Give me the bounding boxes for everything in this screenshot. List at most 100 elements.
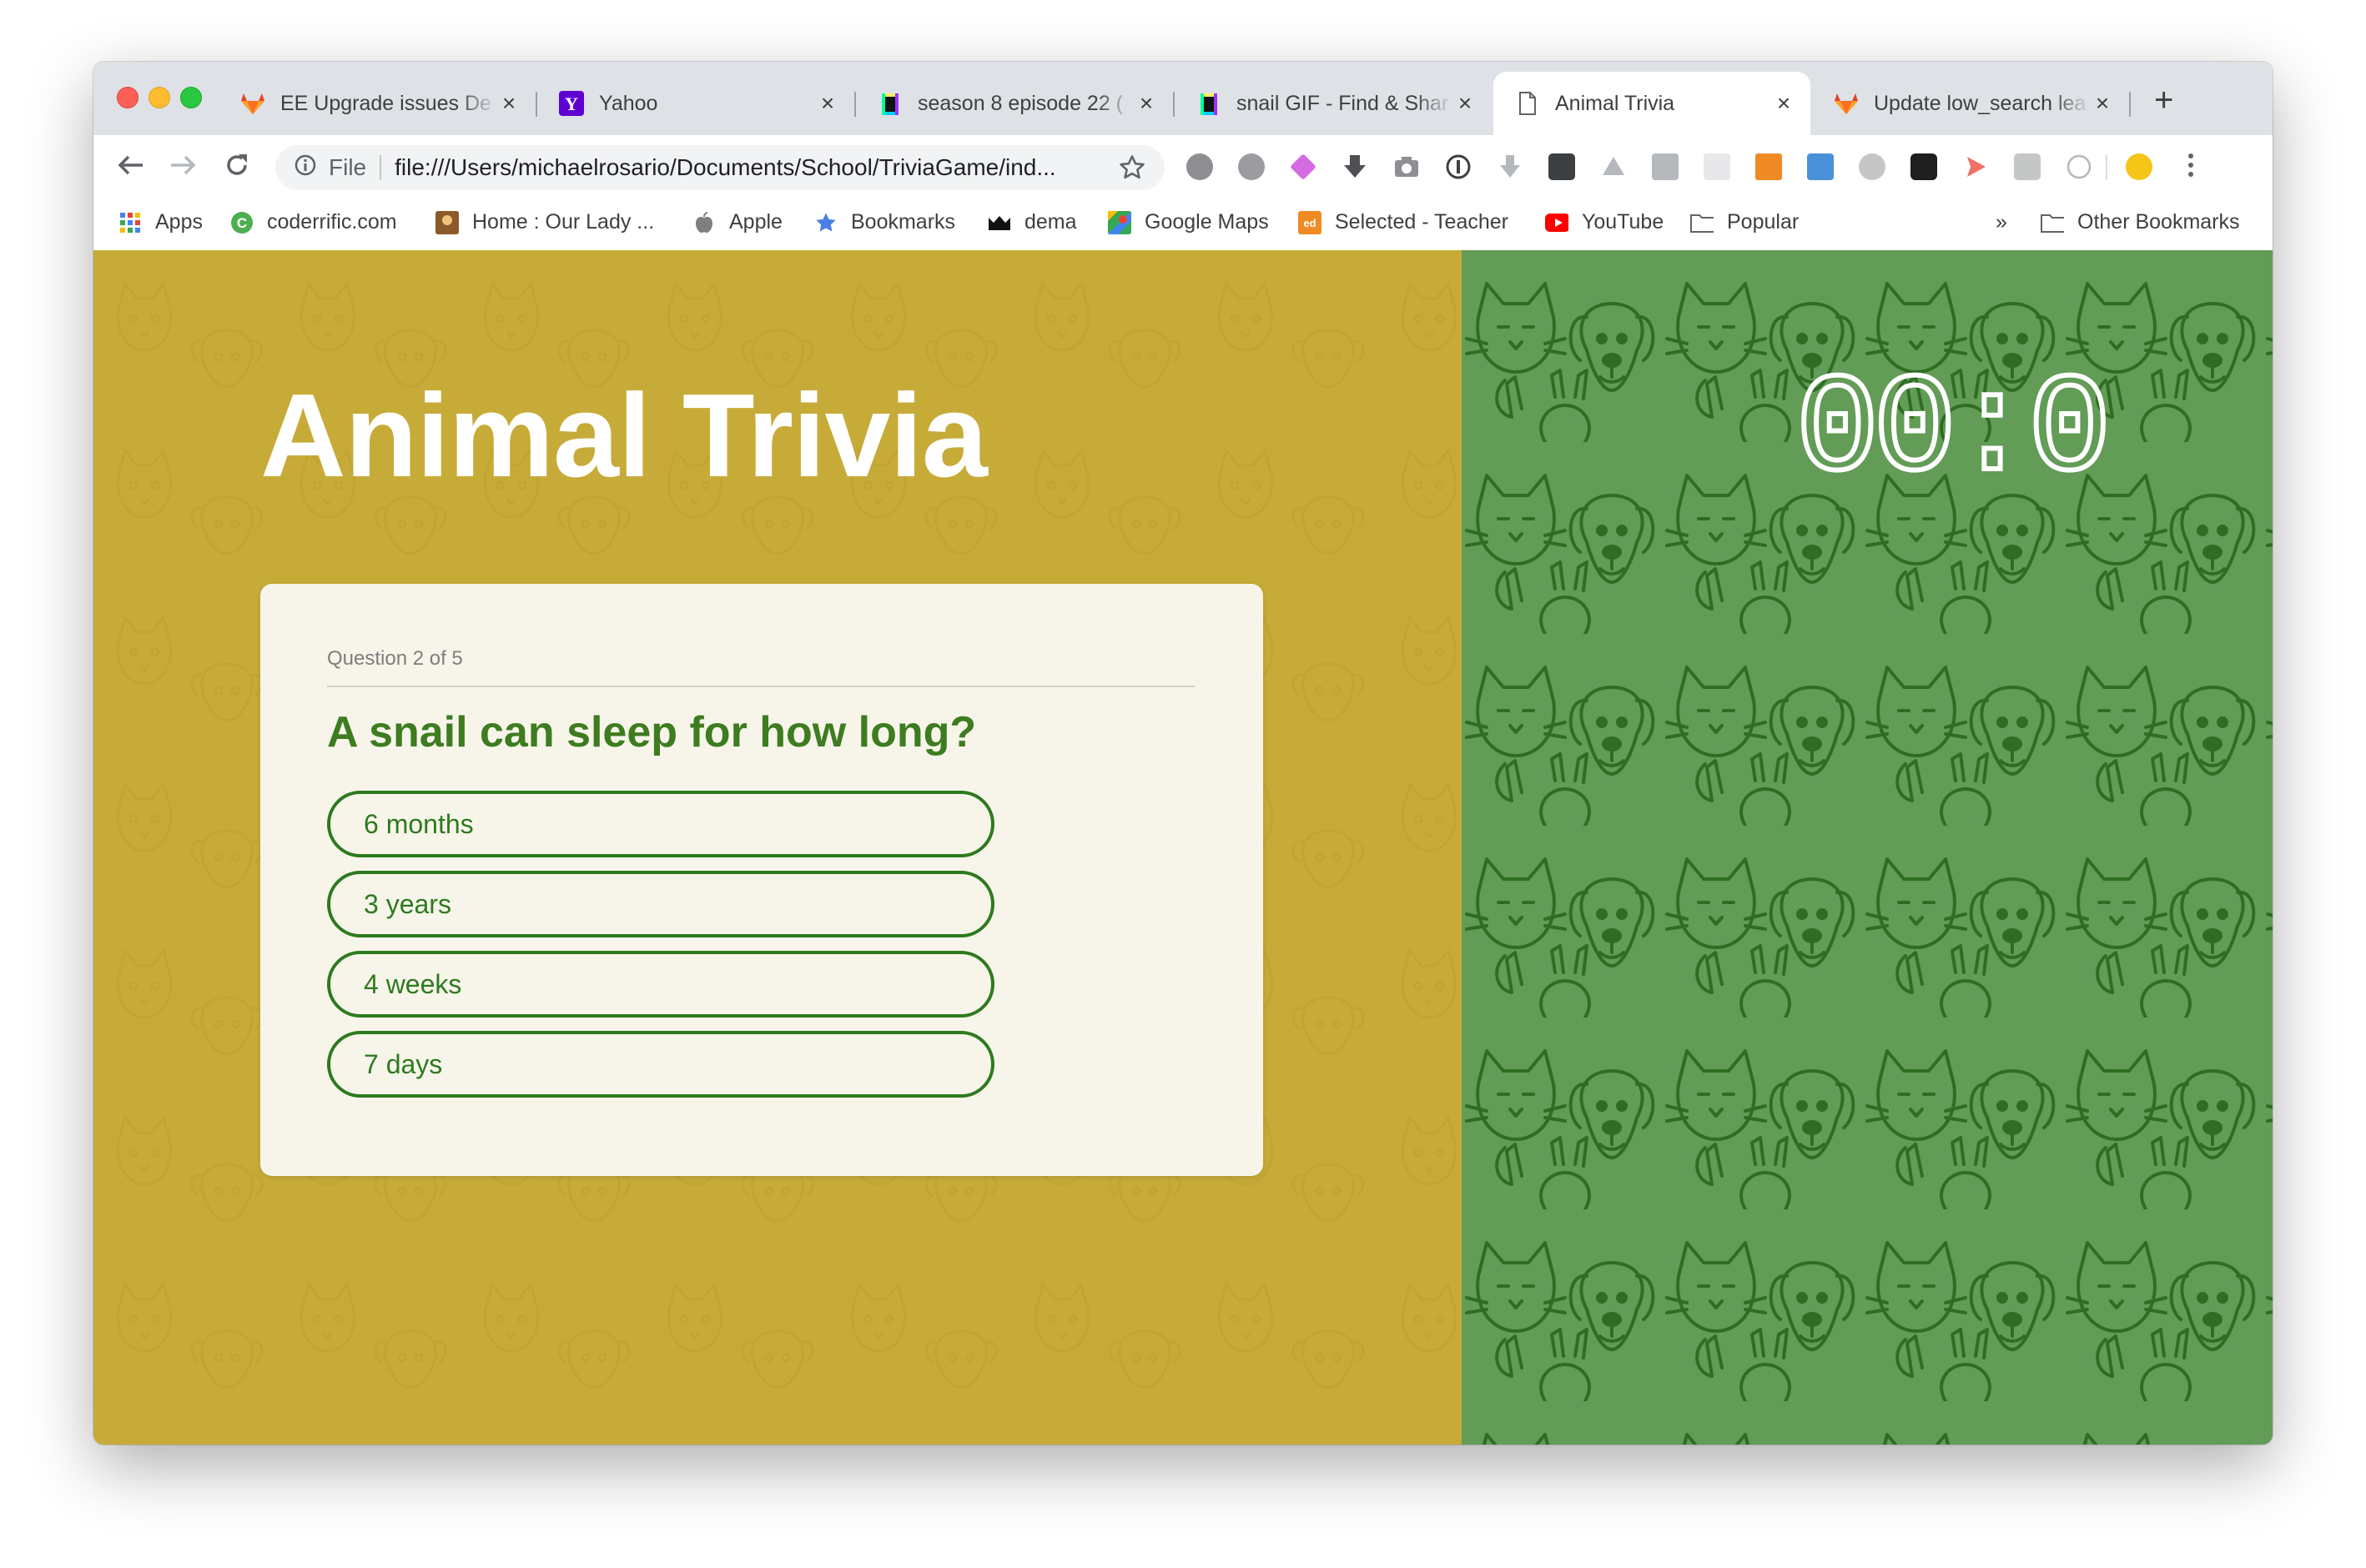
- folder-icon: [2041, 211, 2064, 234]
- timer-value: 00:06: [1795, 367, 2112, 492]
- extension-g-icon[interactable]: [1652, 153, 1679, 180]
- toolbar-divider: [2106, 155, 2107, 180]
- zoom-window-button[interactable]: [180, 87, 202, 108]
- answer-button-3[interactable]: 4 weeks: [327, 951, 994, 1018]
- answer-button-2[interactable]: 3 years: [327, 871, 994, 937]
- extension-sparkle-icon[interactable]: [1290, 153, 1316, 180]
- answer-button-4[interactable]: 7 days: [327, 1031, 994, 1098]
- extension-circle-icon[interactable]: [1859, 153, 1885, 180]
- bookmark-label: dema: [1024, 210, 1077, 234]
- bookmark-label: YouTube: [1582, 210, 1664, 234]
- question-divider: [327, 686, 1195, 687]
- bookmark-label: Apple: [729, 210, 783, 234]
- extension-grid-icon[interactable]: [1704, 153, 1730, 180]
- bookmark-label: Home : Our Lady ...: [472, 210, 655, 234]
- camera-icon[interactable]: [1393, 153, 1420, 180]
- bookmarks-bar: Apps C coderrific.com Home : Our Lady ..…: [93, 199, 2273, 251]
- close-icon[interactable]: ×: [1453, 90, 1477, 117]
- bookmark-dema[interactable]: dema: [988, 210, 1077, 234]
- extension-gear-icon[interactable]: [1238, 153, 1265, 180]
- download-grey-icon[interactable]: [1497, 153, 1523, 180]
- extension-search-icon[interactable]: [1910, 153, 1937, 180]
- extension-share-icon[interactable]: [1962, 153, 1989, 180]
- download-blue-icon[interactable]: [1807, 153, 1834, 180]
- bookmark-label: Bookmarks: [851, 210, 956, 234]
- giphy-icon: [878, 91, 903, 116]
- profile-avatar-icon[interactable]: [2126, 153, 2152, 180]
- tab-title: season 8 episode 22 (: [918, 91, 1124, 115]
- forward-icon[interactable]: [167, 148, 200, 182]
- bookmark-other-bookmarks[interactable]: Other Bookmarks: [2041, 210, 2240, 234]
- bookmarks-overflow-button[interactable]: »: [1996, 210, 2007, 234]
- extension-m-icon[interactable]: [1548, 153, 1575, 180]
- bookmark-label: Apps: [155, 210, 203, 234]
- gitlab-icon: [1834, 91, 1859, 116]
- extension-code-icon[interactable]: [2066, 153, 2092, 180]
- bookmark-label: Other Bookmarks: [2077, 210, 2240, 234]
- close-window-button[interactable]: [117, 87, 138, 108]
- close-icon[interactable]: ×: [1772, 90, 1795, 117]
- tab-yahoo[interactable]: Y Yahoo ×: [537, 72, 854, 135]
- info-icon[interactable]: [294, 153, 317, 183]
- new-tab-button[interactable]: +: [2154, 83, 2173, 117]
- close-icon[interactable]: ×: [1135, 90, 1158, 117]
- close-icon[interactable]: ×: [2091, 90, 2114, 117]
- close-icon[interactable]: ×: [816, 90, 839, 117]
- tab-season8[interactable]: season 8 episode 22 ( ×: [856, 72, 1173, 135]
- close-icon[interactable]: ×: [497, 90, 521, 117]
- download-arrow-icon[interactable]: [1342, 153, 1368, 180]
- tab-update-low-search[interactable]: Update low_search lea ×: [1812, 72, 2129, 135]
- extension-ed-icon[interactable]: [1755, 153, 1782, 180]
- url-text[interactable]: file:///Users/michaelrosario/Documents/S…: [395, 154, 1112, 181]
- tab-title: Yahoo: [599, 91, 658, 115]
- back-icon[interactable]: [113, 148, 147, 182]
- browser-window: EE Upgrade issues De × Y Yahoo × season …: [93, 62, 2273, 1445]
- extension-reel-icon[interactable]: [1186, 153, 1213, 180]
- ed-icon: ed: [1298, 210, 1321, 234]
- bookmark-label: Selected - Teacher: [1335, 210, 1508, 234]
- bookmark-bookmarks[interactable]: Bookmarks: [814, 210, 955, 234]
- tab-title: Update low_search lea: [1874, 91, 2087, 115]
- timer-digits: 00:06: [1793, 350, 2192, 514]
- maps-icon: [1108, 210, 1131, 234]
- svg-text:C: C: [237, 215, 247, 231]
- tab-ee-upgrade[interactable]: EE Upgrade issues De ×: [219, 72, 536, 135]
- trivia-panel: Animal Trivia Question 2 of 5 A snail ca…: [93, 250, 1462, 1445]
- bookmark-google-maps[interactable]: Google Maps: [1108, 210, 1269, 234]
- tab-title: EE Upgrade issues De: [280, 91, 491, 115]
- tab-strip: EE Upgrade issues De × Y Yahoo × season …: [93, 62, 2273, 135]
- reload-icon[interactable]: [220, 148, 254, 182]
- school-icon: [435, 210, 459, 234]
- browser-toolbar: File file:///Users/michaelrosario/Docume…: [93, 135, 2273, 199]
- page-viewport: Animal Trivia Question 2 of 5 A snail ca…: [93, 250, 2273, 1445]
- bookmark-home-our-lady[interactable]: Home : Our Lady ...: [435, 210, 654, 234]
- tab-animal-trivia[interactable]: Animal Trivia ×: [1493, 72, 1810, 135]
- gitlab-icon: [240, 91, 265, 116]
- tab-snail-gif[interactable]: snail GIF - Find & Shar ×: [1175, 72, 1492, 135]
- answer-button-1[interactable]: 6 months: [327, 791, 994, 857]
- drive-icon[interactable]: [1600, 153, 1627, 180]
- question-counter: Question 2 of 5: [327, 647, 463, 670]
- onepassword-icon[interactable]: [1445, 153, 1472, 180]
- bookmark-star-icon[interactable]: [1118, 153, 1146, 188]
- tab-separator: [2129, 92, 2131, 117]
- bookmark-label: Google Maps: [1145, 210, 1269, 234]
- coderrific-icon: C: [230, 211, 254, 234]
- bookmark-selected-teacher[interactable]: ed Selected - Teacher: [1298, 210, 1508, 234]
- address-bar[interactable]: File file:///Users/michaelrosario/Docume…: [275, 145, 1165, 190]
- bookmark-coderrific[interactable]: C coderrific.com: [230, 210, 397, 234]
- svg-text:ed: ed: [1303, 217, 1316, 229]
- overflow-label: »: [1996, 210, 2007, 234]
- minimize-window-button[interactable]: [149, 87, 170, 108]
- bookmark-apple[interactable]: Apple: [692, 210, 783, 234]
- bookmark-youtube[interactable]: YouTube: [1545, 210, 1664, 234]
- tab-title: Animal Trivia: [1555, 91, 1675, 115]
- bookmark-popular-folder[interactable]: Popular: [1690, 210, 1799, 234]
- bookmark-apps[interactable]: Apps: [118, 210, 203, 234]
- yahoo-icon: Y: [559, 91, 584, 116]
- folder-icon: [1690, 211, 1714, 234]
- menu-dots-icon[interactable]: [2174, 148, 2207, 182]
- bookmark-label: coderrific.com: [267, 210, 397, 234]
- tab-title: snail GIF - Find & Shar: [1236, 91, 1449, 115]
- extension-chat-icon[interactable]: [2014, 153, 2041, 180]
